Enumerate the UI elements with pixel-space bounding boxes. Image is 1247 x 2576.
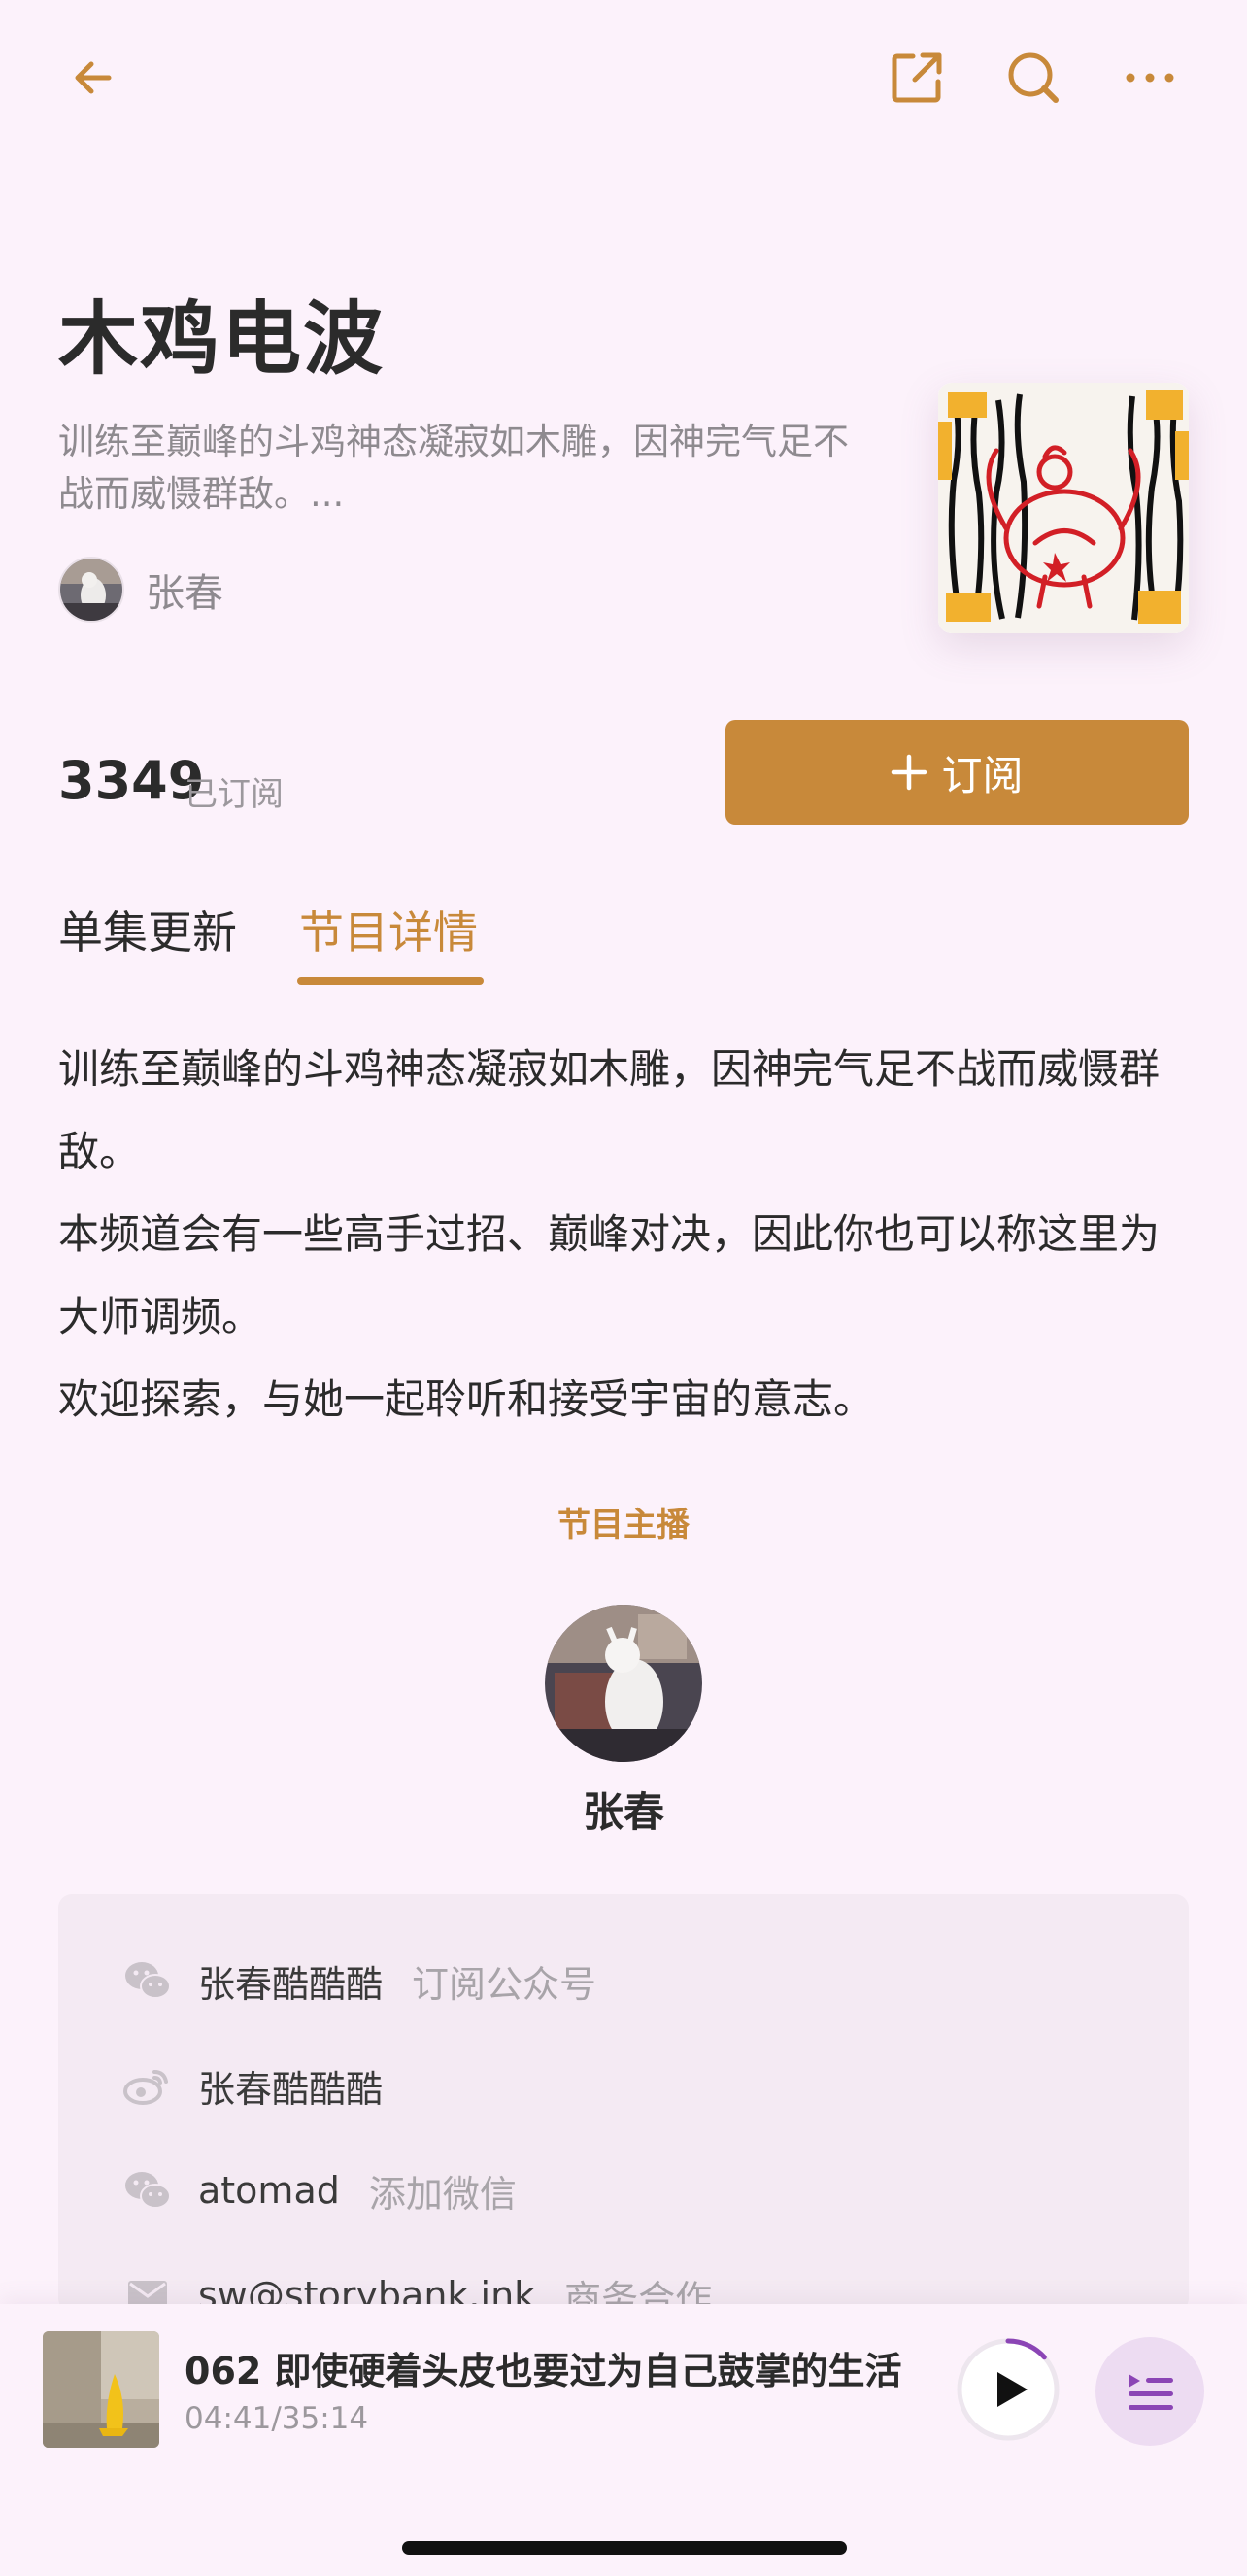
contact-action: 添加微信 (368, 2172, 517, 2216)
subscribe-button[interactable]: 订阅 (725, 720, 1189, 825)
share-external-icon (892, 52, 942, 103)
contact-name: atomad (198, 2169, 340, 2212)
podcast-cover (938, 383, 1189, 633)
back-button[interactable] (56, 41, 130, 115)
tab-active-indicator (297, 977, 484, 985)
contact-card: 张春酷酷酷 订阅公众号 张春酷酷酷 atomad 添加微信 sw@storyba… (58, 1894, 1189, 2312)
home-indicator (402, 2541, 847, 2555)
episode-cover (43, 2331, 159, 2448)
podcast-title: 木鸡电波 (58, 293, 386, 386)
subscriber-label: 已订阅 (185, 775, 284, 814)
more-dots-icon (1126, 73, 1174, 83)
top-bar (0, 0, 1247, 165)
wechat-icon (122, 1955, 173, 2006)
host-name: 张春 (146, 571, 223, 616)
tab-details[interactable]: 节目详情 (299, 898, 478, 962)
mini-player[interactable]: 062 即使硬着头皮也要过为自己鼓掌的生活 04:41/35:14 (0, 2304, 1247, 2576)
avatar (58, 557, 124, 623)
description-paragraph: 本频道会有一些高手过招、巅峰对决，因此你也可以称这里为大师调频。 (58, 1210, 1161, 1340)
arrow-left-icon (75, 61, 112, 94)
search-icon (1008, 52, 1059, 103)
share-button[interactable] (880, 41, 954, 115)
podcast-description: 训练至巅峰的斗鸡神态凝寂如木雕，因神完气足不战而威慑群敌。 本频道会有一些高手过… (58, 1028, 1195, 1441)
contact-row-weibo[interactable]: 张春酷酷酷 (122, 2051, 412, 2119)
playlist-button[interactable] (1095, 2337, 1204, 2446)
host-link[interactable]: 张春 (58, 556, 223, 624)
host-name-large: 张春 (582, 1788, 664, 1836)
playlist-icon (1129, 2374, 1173, 2410)
contact-action: 订阅公众号 (412, 1962, 597, 2006)
more-button[interactable] (1113, 41, 1187, 115)
plus-icon (892, 754, 927, 791)
contact-row-wechat[interactable]: atomad 添加微信 (122, 2156, 517, 2224)
contact-name: 张春酷酷酷 (198, 2067, 384, 2111)
episode-title: 062 即使硬着头皮也要过为自己鼓掌的生活 (185, 2350, 902, 2392)
contact-name: 张春酷酷酷 (198, 1962, 384, 2006)
search-button[interactable] (996, 41, 1070, 115)
description-paragraph: 训练至巅峰的斗鸡神态凝寂如木雕，因神完气足不战而威慑群敌。 (58, 1045, 1161, 1175)
play-icon (957, 2338, 1060, 2441)
subscribe-label: 订阅 (941, 751, 1024, 799)
tab-episodes[interactable]: 单集更新 (58, 898, 237, 962)
podcast-summary: 训练至巅峰的斗鸡神态凝寂如木雕，因神完气足不战而威慑群敌。... (58, 421, 849, 515)
contact-row-wechat-official[interactable]: 张春酷酷酷 订阅公众号 (122, 1947, 596, 2015)
episode-time: 04:41/35:14 (185, 2401, 369, 2436)
subscriber-count: 3349 (58, 750, 205, 811)
host-avatar[interactable] (545, 1605, 702, 1762)
host-section-title: 节目主播 (557, 1506, 690, 1544)
description-paragraph: 欢迎探索，与她一起聆听和接受宇宙的意志。 (58, 1375, 875, 1423)
weibo-icon (122, 2060, 173, 2111)
wechat-icon (122, 2165, 173, 2216)
play-button[interactable] (954, 2335, 1062, 2444)
